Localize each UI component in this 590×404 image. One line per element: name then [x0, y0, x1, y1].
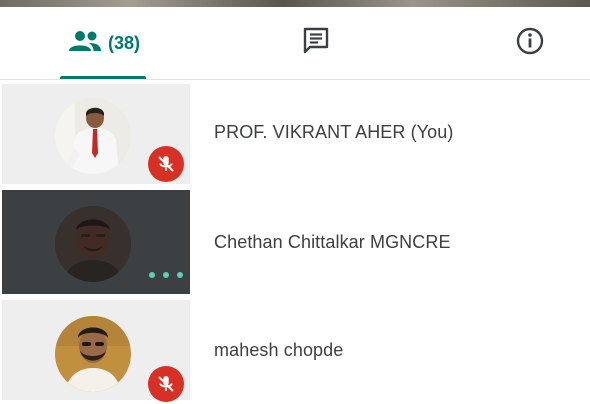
participant-name: mahesh chopde	[214, 339, 344, 360]
mic-off-icon	[148, 366, 184, 402]
info-icon	[515, 26, 545, 61]
chat-icon	[301, 26, 331, 61]
tab-chat[interactable]	[280, 7, 352, 79]
participant-tile	[2, 300, 190, 402]
more-horiz-icon[interactable]	[149, 268, 183, 282]
meeting-tab-bar: (38)	[0, 7, 590, 80]
mic-off-icon	[148, 146, 184, 182]
avatar	[55, 206, 131, 282]
video-strip-top	[0, 0, 590, 7]
participant-name: PROF. VIKRANT AHER (You)	[214, 121, 454, 142]
tab-info[interactable]	[494, 7, 566, 79]
people-icon	[68, 30, 102, 57]
participant-name: Chethan Chittalkar MGNCRE	[214, 231, 451, 252]
people-count: (38)	[107, 32, 140, 53]
participant-row[interactable]: mahesh chopde	[0, 296, 590, 404]
participants-list: PROF. VIKRANT AHER (You) Chethan Chittal…	[0, 80, 590, 404]
participant-tile	[2, 84, 190, 184]
participant-tile	[2, 190, 190, 294]
participant-row[interactable]: PROF. VIKRANT AHER (You)	[0, 80, 590, 188]
avatar	[55, 98, 131, 174]
active-tab-indicator	[60, 76, 146, 79]
avatar	[55, 316, 131, 392]
participant-row[interactable]: Chethan Chittalkar MGNCRE	[0, 188, 590, 296]
tab-people[interactable]: (38)	[40, 7, 168, 79]
